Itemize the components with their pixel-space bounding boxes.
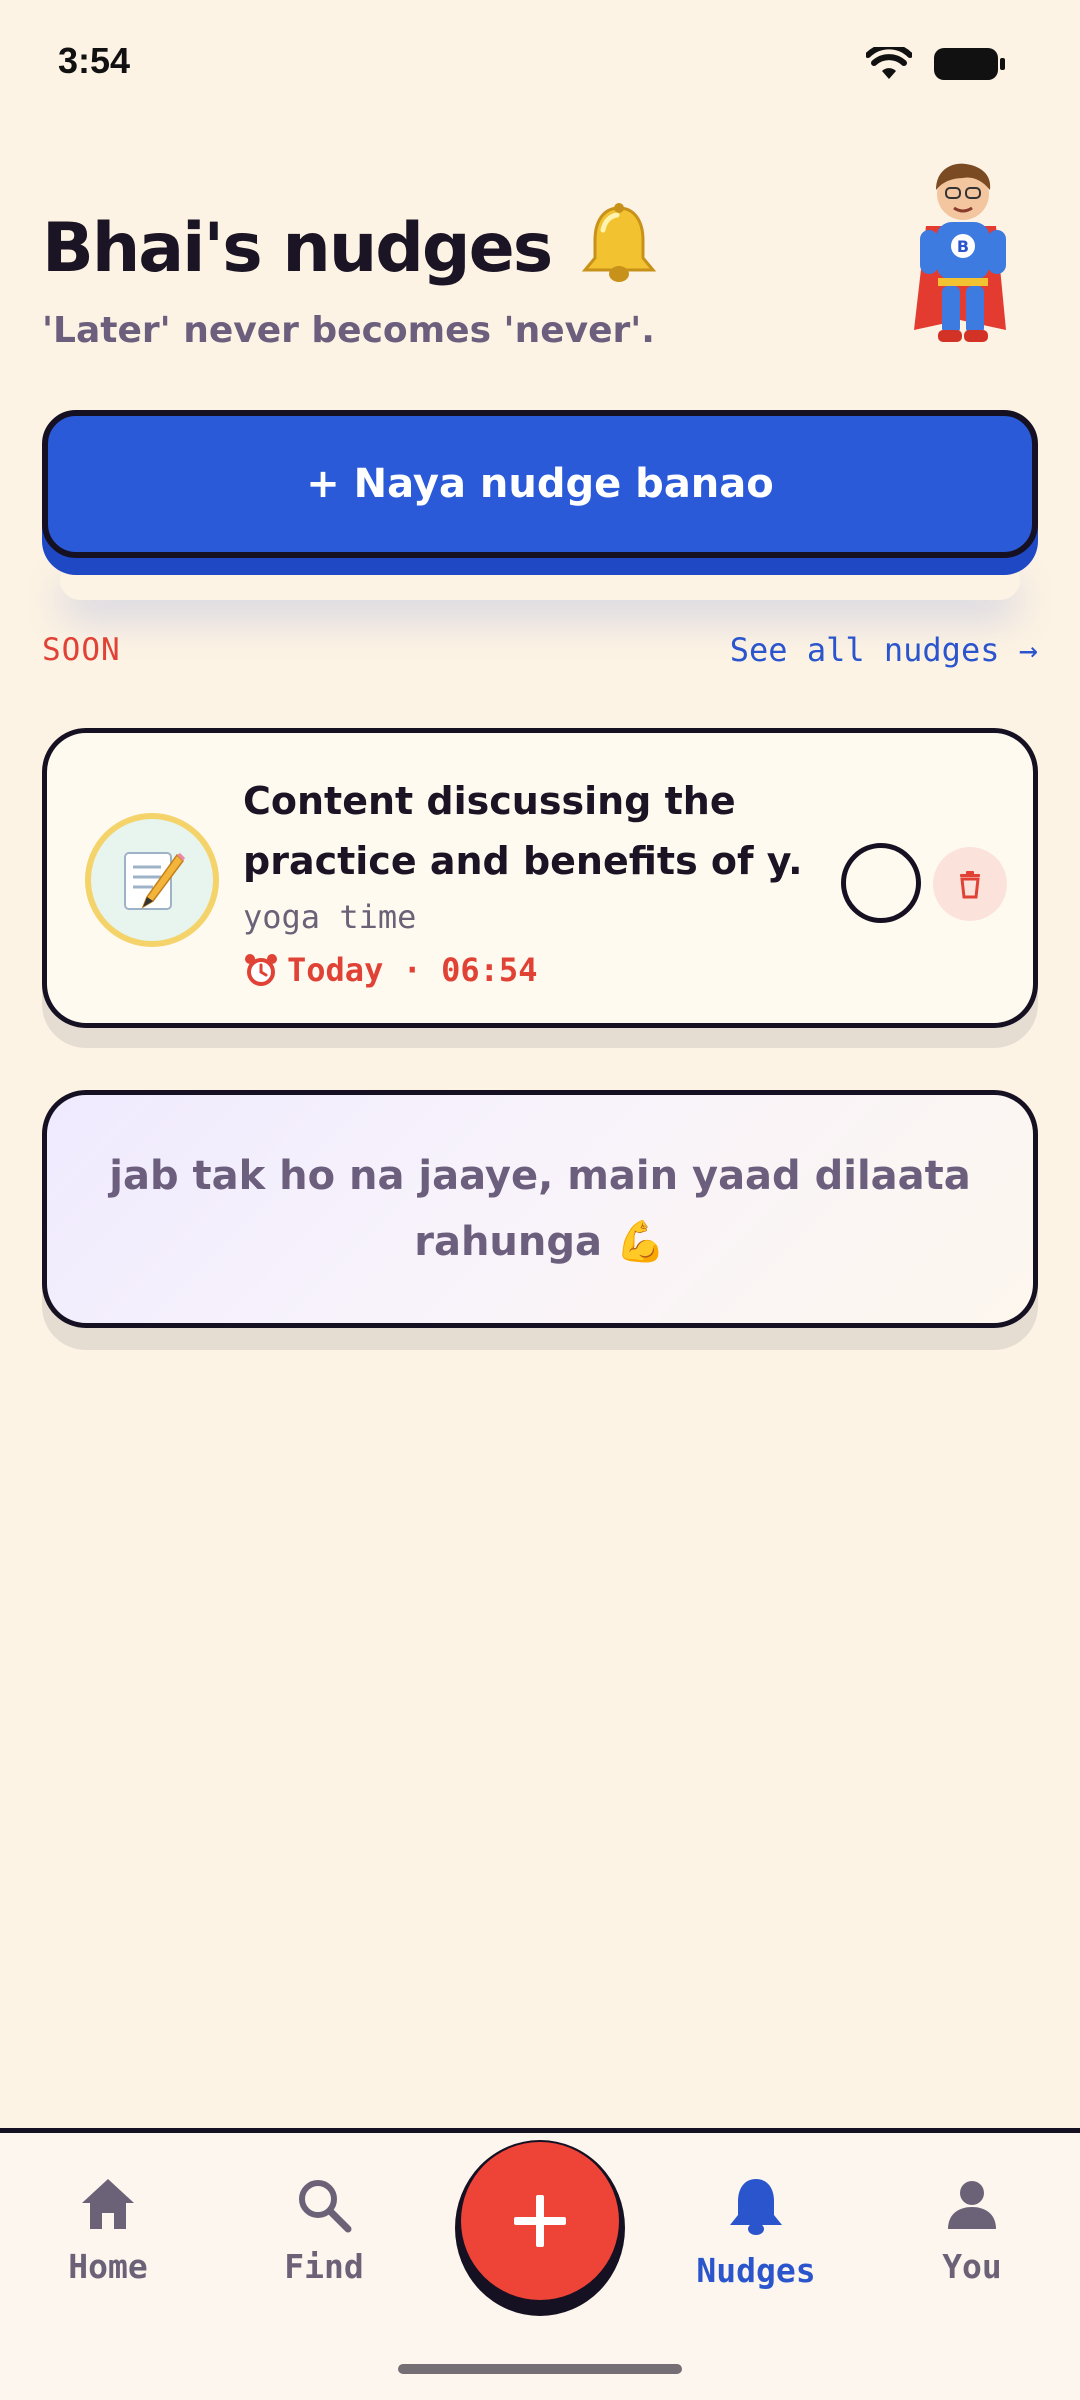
create-nudge-button[interactable]: + Naya nudge banao (42, 410, 1038, 558)
home-indicator (398, 2364, 682, 2374)
status-bar: 3:54 (0, 0, 1080, 130)
nudge-time-text: Today · 06:54 (287, 951, 538, 989)
delete-nudge-button[interactable] (933, 847, 1007, 921)
plus-icon (514, 2195, 566, 2247)
nav-item-you[interactable]: You (892, 2175, 1052, 2286)
section-header: SOON See all nudges → (42, 628, 1038, 672)
bell-icon (730, 2179, 782, 2235)
see-all-nudges-link[interactable]: See all nudges → (730, 631, 1038, 669)
section-label: SOON (42, 632, 121, 668)
motivation-quote: jab tak ho na jaaye, main yaad dilaata r… (109, 1153, 971, 1265)
nav-label-home: Home (68, 2247, 148, 2286)
add-nudge-fab[interactable] (461, 2142, 619, 2300)
person-icon (948, 2181, 996, 2229)
page-title: Bhai's nudges (42, 208, 553, 288)
status-icons (866, 46, 1006, 82)
nudge-title-line-2: practice and benefits of y... (243, 839, 803, 883)
nav-item-find[interactable]: Find (244, 2175, 404, 2286)
alarm-clock-icon (245, 954, 277, 986)
status-time: 3:54 (58, 40, 131, 81)
bell-emoji-icon (573, 200, 665, 296)
battery-icon (934, 48, 1005, 80)
complete-nudge-checkbox[interactable] (841, 843, 921, 923)
nudge-title-line-1: Content discussing the (243, 779, 736, 823)
superhero-mascot-icon: B (908, 160, 1018, 350)
trash-icon (960, 871, 980, 899)
nudge-card[interactable]: Content discussing the practice and bene… (42, 728, 1038, 1028)
wifi-icon (866, 47, 912, 79)
motivation-quote-card: jab tak ho na jaaye, main yaad dilaata r… (42, 1090, 1038, 1328)
nav-label-you: You (942, 2247, 1002, 2286)
nudge-title: Content discussing the practice and bene… (243, 771, 803, 891)
mascot-badge-text: B (957, 237, 969, 256)
page-subtitle: 'Later' never becomes 'never'. (42, 310, 655, 351)
search-icon (299, 2180, 352, 2233)
nav-item-home[interactable]: Home (28, 2175, 188, 2286)
nav-item-nudges[interactable]: Nudges (676, 2175, 836, 2290)
nudge-subtitle: yoga time (243, 898, 417, 936)
page-header: Bhai's nudges 'Later' never becomes 'nev… (42, 200, 1042, 370)
nudge-time: Today · 06:54 (243, 951, 537, 989)
nav-label-nudges: Nudges (696, 2251, 816, 2290)
memo-icon (85, 813, 219, 947)
home-icon (82, 2179, 134, 2229)
nav-label-find: Find (284, 2247, 364, 2286)
